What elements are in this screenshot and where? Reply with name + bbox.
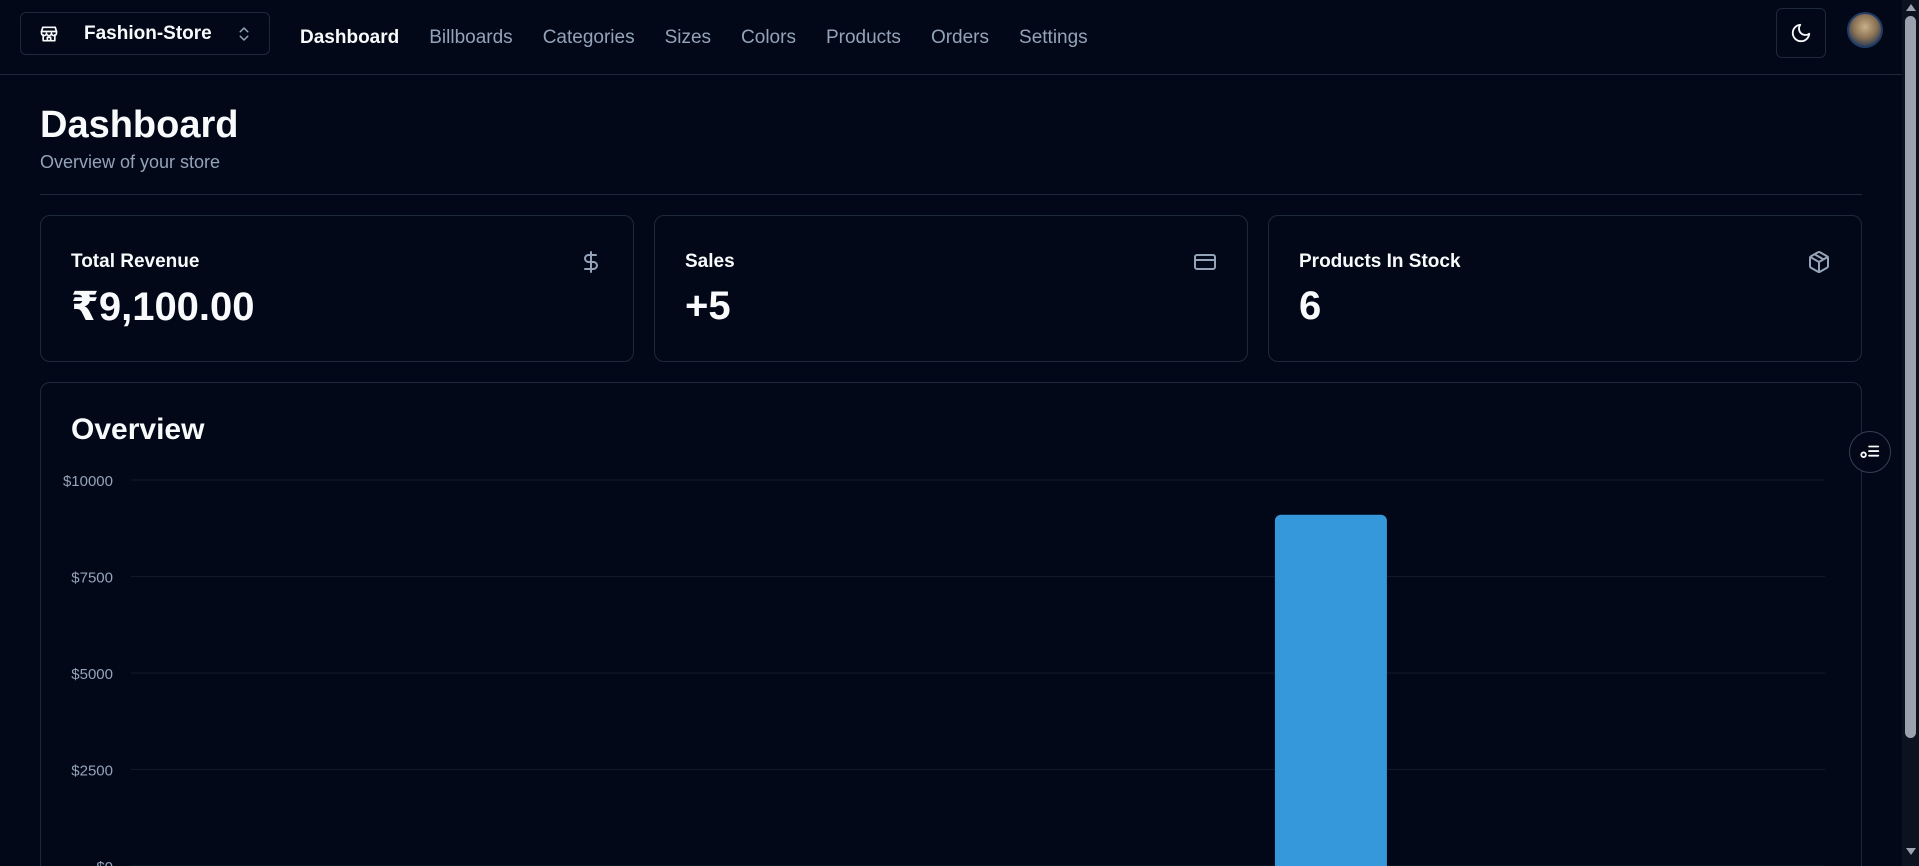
user-avatar[interactable]: [1847, 12, 1883, 48]
nav-colors[interactable]: Colors: [741, 27, 796, 49]
sales-card: Sales +5: [654, 215, 1248, 362]
card-value: +5: [685, 284, 731, 328]
y-tick-label: $7500: [71, 570, 113, 587]
scroll-up-arrow-icon[interactable]: [1906, 4, 1916, 11]
y-tick-label: $2500: [71, 763, 113, 780]
overview-panel: Overview $0$2500$5000$7500$10000: [40, 382, 1862, 866]
package-icon: [1809, 251, 1829, 273]
store-switcher[interactable]: Fashion-Store: [20, 12, 270, 55]
dollar-icon: [584, 251, 598, 273]
scrollbar-thumb[interactable]: [1905, 16, 1916, 738]
scroll-down-arrow-icon[interactable]: [1906, 848, 1916, 855]
moon-icon: [1791, 23, 1811, 43]
nav-sizes[interactable]: Sizes: [665, 27, 711, 49]
theme-toggle-button[interactable]: [1776, 8, 1826, 58]
nav-settings[interactable]: Settings: [1019, 27, 1088, 49]
store-name: Fashion-Store: [84, 22, 212, 44]
page-subtitle: Overview of your store: [40, 152, 221, 172]
y-tick-label: $0: [96, 859, 113, 866]
header-divider: [40, 194, 1862, 195]
card-value: ₹9,100.00: [71, 285, 255, 329]
store-icon: [40, 26, 58, 42]
total-revenue-card: Total Revenue ₹9,100.00: [40, 215, 634, 362]
overview-bar-chart: $0 $2500 $5000 $7500 $10000: [63, 473, 1825, 866]
y-tick-label: $10000: [63, 473, 113, 490]
nav-categories[interactable]: Categories: [543, 27, 635, 49]
card-value: 6: [1299, 284, 1322, 328]
products-in-stock-card: Products In Stock 6: [1268, 215, 1862, 362]
card-title: Total Revenue: [71, 251, 200, 272]
nav-dashboard[interactable]: Dashboard: [300, 27, 399, 49]
page-scrollbar[interactable]: [1902, 0, 1919, 866]
chevrons-up-down-icon: [239, 27, 249, 41]
card-title: Products In Stock: [1299, 251, 1461, 272]
main-nav: Dashboard Billboards Categories Sizes Co…: [300, 0, 1118, 75]
nav-products[interactable]: Products: [826, 27, 901, 49]
nav-billboards[interactable]: Billboards: [429, 27, 512, 49]
nav-orders[interactable]: Orders: [931, 27, 989, 49]
y-tick-label: $5000: [71, 666, 113, 683]
top-navbar: Fashion-Store Dashboard Billboards Categ…: [0, 0, 1902, 75]
page-title: Dashboard: [40, 104, 239, 146]
credit-card-icon: [1194, 254, 1216, 270]
bar-sep[interactable]: [1274, 514, 1387, 866]
list-settings-icon: [1860, 445, 1880, 458]
floating-settings-button[interactable]: [1849, 431, 1891, 473]
card-title: Sales: [685, 251, 735, 272]
